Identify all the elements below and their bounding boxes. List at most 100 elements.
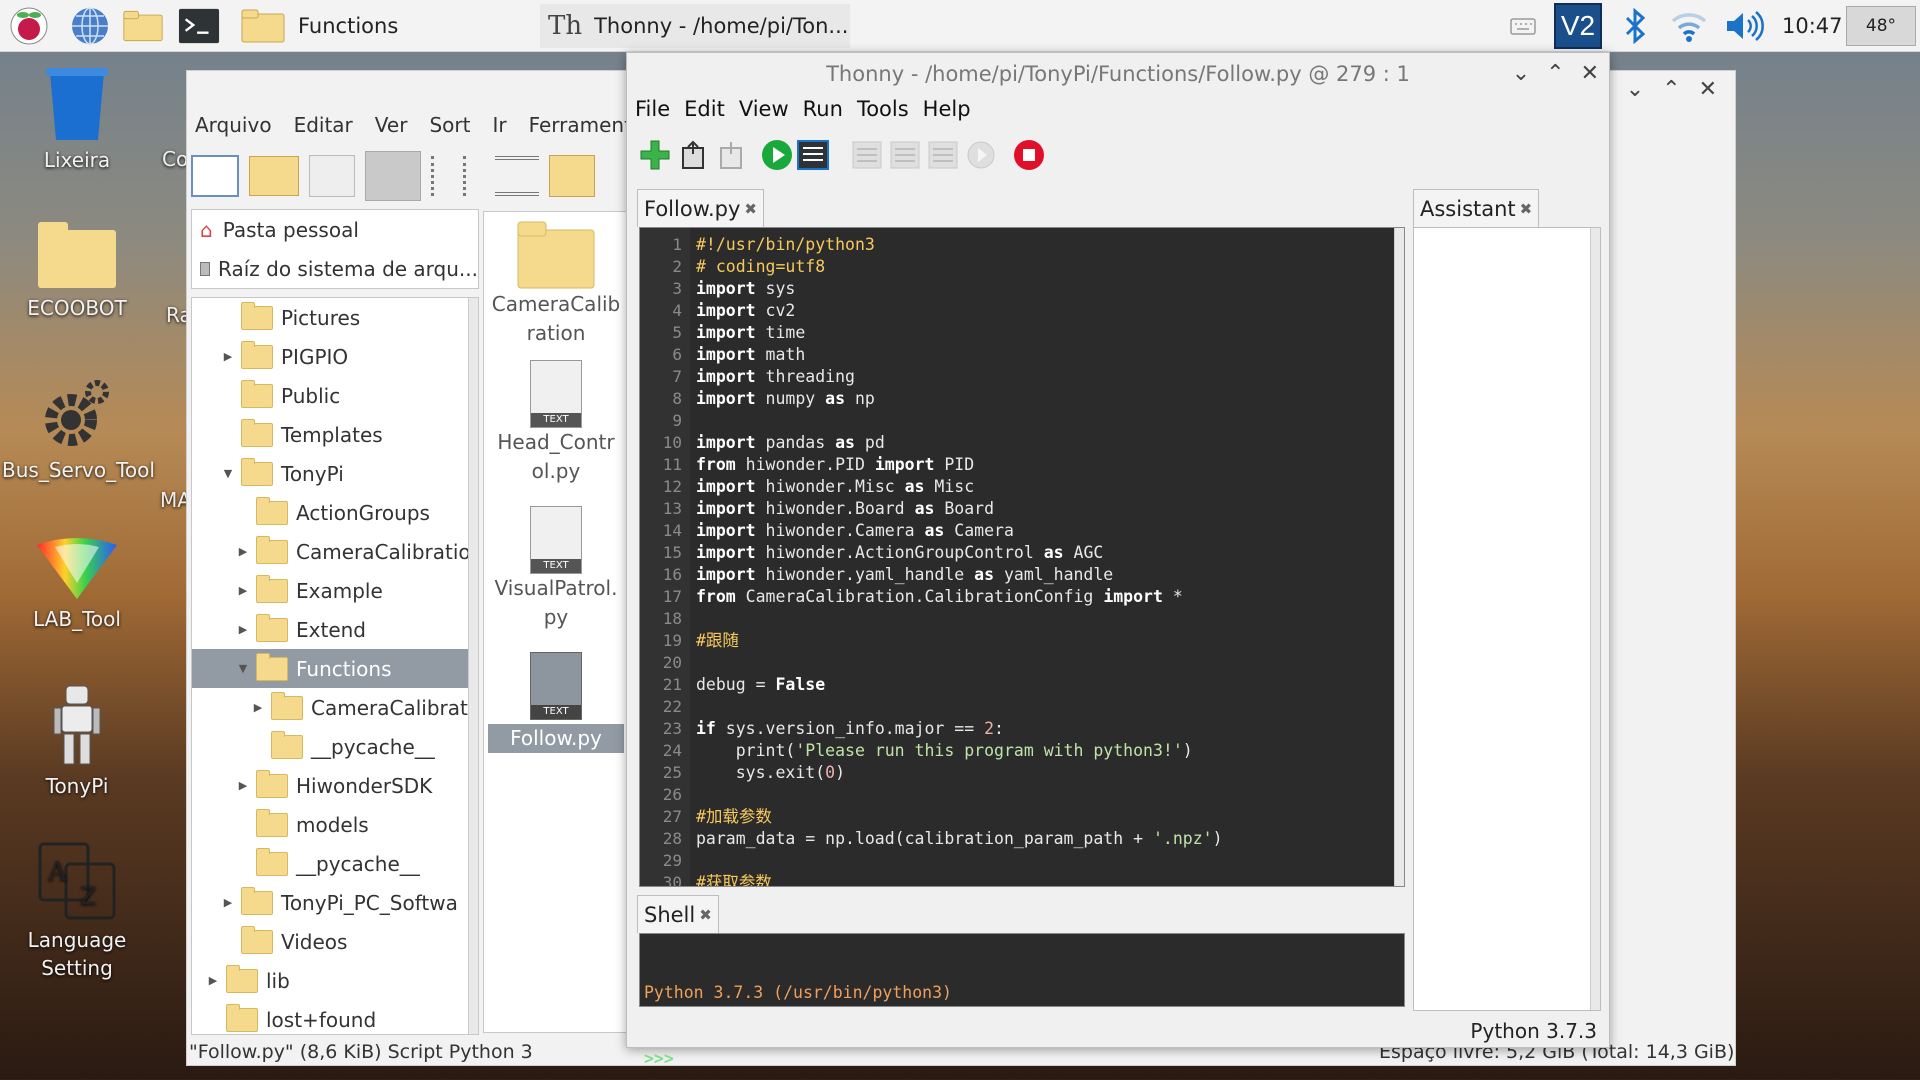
desktop-icon-ecoobot[interactable]: ECOOBOT — [2, 220, 152, 322]
code-line[interactable]: import hiwonder.Board as Board — [696, 498, 1223, 520]
close-tab-icon[interactable]: ✖ — [699, 906, 712, 924]
tree-item[interactable]: ▼ Functions — [192, 649, 478, 688]
code-line[interactable]: sys.exit(0) — [696, 762, 1223, 784]
collapsed-arrow-icon[interactable]: ▶ — [251, 701, 265, 714]
tree-item[interactable]: ▶ lib — [192, 961, 478, 1000]
tree-item[interactable]: ActionGroups — [192, 493, 478, 532]
menu-arquivo[interactable]: Arquivo — [195, 113, 272, 137]
close-icon[interactable]: ✕ — [1581, 61, 1599, 86]
file-item-visualpatrol[interactable]: TEXT VisualPatrol.py — [486, 506, 626, 632]
desktop-icon-language-setting[interactable]: AZ Language Setting — [2, 840, 152, 982]
tree-item[interactable]: lost+found — [192, 1000, 478, 1034]
resume-button[interactable] — [963, 137, 999, 173]
menu-ir[interactable]: Ir — [492, 113, 506, 137]
collapsed-arrow-icon[interactable]: ▶ — [236, 545, 250, 558]
menu-edit[interactable]: Edit — [684, 97, 725, 121]
desktop-icon-bus-servo-tool[interactable]: Bus_Servo_Tool — [2, 376, 155, 484]
minimize-icon[interactable]: ⌄ — [1626, 77, 1644, 102]
minimize-icon[interactable]: ⌄ — [1512, 61, 1530, 86]
code-editor[interactable]: 1 2 3 4 5 6 7 8 9 10 11 12 13 14 15 16 17 18 19 20 21 22 23 24 2… — [639, 227, 1405, 887]
step-over-button[interactable] — [849, 137, 885, 173]
interpreter-status[interactable]: Python 3.7.3 — [1470, 1019, 1597, 1043]
tree-item[interactable]: ▶ PIGPIO — [192, 337, 478, 376]
file-types-icon[interactable] — [309, 155, 355, 197]
run-button[interactable] — [759, 137, 795, 173]
menu-editar[interactable]: Editar — [294, 113, 353, 137]
collapsed-arrow-icon[interactable]: ▶ — [221, 896, 235, 909]
code-line[interactable] — [696, 784, 1223, 806]
tree-item[interactable]: ▶ Example — [192, 571, 478, 610]
tree-item[interactable]: ▶ Extend — [192, 610, 478, 649]
terminal-icon[interactable] — [178, 5, 220, 47]
code-line[interactable]: debug = False — [696, 674, 1223, 696]
code-line[interactable]: from hiwonder.PID import PID — [696, 454, 1223, 476]
taskbar-task-thonny[interactable]: Th Thonny - /home/pi/Ton... — [540, 4, 850, 48]
tab-shell[interactable]: Shell ✖ — [637, 895, 719, 933]
tree-item[interactable]: __pycache__ — [192, 727, 478, 766]
clock[interactable]: 10:47 — [1782, 14, 1843, 38]
code-line[interactable]: import hiwonder.yaml_handle as yaml_hand… — [696, 564, 1223, 586]
tree-item[interactable]: Templates — [192, 415, 478, 454]
menu-ver[interactable]: Ver — [375, 113, 408, 137]
code-line[interactable]: import hiwonder.Camera as Camera — [696, 520, 1223, 542]
detail-view-icon[interactable] — [495, 156, 539, 196]
taskbar-task-functions[interactable]: Functions — [232, 4, 532, 48]
stop-button[interactable] — [1011, 137, 1047, 173]
menu-help[interactable]: Help — [923, 97, 971, 121]
tree-item[interactable]: ▶ HiwonderSDK — [192, 766, 478, 805]
list-view-icon[interactable] — [431, 156, 453, 196]
code-line[interactable] — [696, 608, 1223, 630]
tree-item[interactable]: ▶ CameraCalibrat — [192, 688, 478, 727]
code-line[interactable]: import cv2 — [696, 300, 1223, 322]
desktop-icon-trash[interactable]: Lixeira — [2, 66, 152, 174]
code-line[interactable]: import math — [696, 344, 1223, 366]
compact-view-icon[interactable] — [463, 156, 485, 196]
code-line[interactable]: param_data = np.load(calibration_param_p… — [696, 828, 1223, 850]
debug-button[interactable] — [795, 137, 831, 173]
bluetooth-icon[interactable] — [1614, 5, 1656, 47]
close-icon[interactable]: ✕ — [1699, 77, 1717, 102]
close-tab-icon[interactable]: ✖ — [744, 200, 757, 218]
code-line[interactable] — [696, 696, 1223, 718]
code-line[interactable]: #获取参数 — [696, 872, 1223, 886]
code-line[interactable]: #加载参数 — [696, 806, 1223, 828]
tree-item[interactable]: Videos — [192, 922, 478, 961]
web-browser-icon[interactable] — [69, 5, 111, 47]
tab-assistant[interactable]: Assistant ✖ — [1413, 189, 1540, 227]
close-tab-icon[interactable]: ✖ — [1520, 200, 1533, 218]
code-line[interactable]: # coding=utf8 — [696, 256, 1223, 278]
code-line[interactable]: #跟随 — [696, 630, 1223, 652]
new-window-icon[interactable] — [191, 155, 239, 197]
code-line[interactable] — [696, 850, 1223, 872]
file-item-follow[interactable]: TEXT Follow.py — [486, 652, 626, 753]
menu-tools[interactable]: Tools — [857, 97, 909, 121]
assistant-scrollbar[interactable] — [1590, 228, 1600, 1010]
new-file-button[interactable] — [637, 137, 673, 173]
file-item-head-control[interactable]: TEXT Head_Control.py — [486, 360, 626, 486]
raspberry-menu-icon[interactable] — [8, 5, 50, 47]
menu-run[interactable]: Run — [803, 97, 843, 121]
tree-item[interactable]: models — [192, 805, 478, 844]
code-line[interactable]: import threading — [696, 366, 1223, 388]
desktop-icon-tonypi[interactable]: TonyPi — [2, 684, 152, 800]
wifi-icon[interactable] — [1668, 5, 1710, 47]
collapsed-arrow-icon[interactable]: ▶ — [236, 779, 250, 792]
volume-icon[interactable] — [1724, 5, 1766, 47]
code-line[interactable]: import hiwonder.Misc as Misc — [696, 476, 1223, 498]
menu-view[interactable]: View — [739, 97, 789, 121]
vnc-icon[interactable]: V2 — [1554, 3, 1602, 49]
step-into-button[interactable] — [887, 137, 923, 173]
menu-sort[interactable]: Sort — [429, 113, 470, 137]
expanded-arrow-icon[interactable]: ▼ — [236, 662, 250, 675]
tree-item[interactable]: Public — [192, 376, 478, 415]
code-line[interactable]: print('Please run this program with pyth… — [696, 740, 1223, 762]
collapsed-arrow-icon[interactable]: ▶ — [221, 350, 235, 363]
tree-item[interactable]: Pictures — [192, 298, 478, 337]
file-manager-icon[interactable] — [122, 5, 164, 47]
maximize-icon[interactable]: ⌃ — [1662, 77, 1680, 102]
expanded-arrow-icon[interactable]: ▼ — [221, 467, 235, 480]
tree-item[interactable]: ▶ CameraCalibratio — [192, 532, 478, 571]
tree-item[interactable]: ▶ TonyPi_PC_Softwa — [192, 883, 478, 922]
tree-item[interactable]: __pycache__ — [192, 844, 478, 883]
place-root[interactable]: Raíz do sistema de arqu... — [192, 249, 478, 288]
